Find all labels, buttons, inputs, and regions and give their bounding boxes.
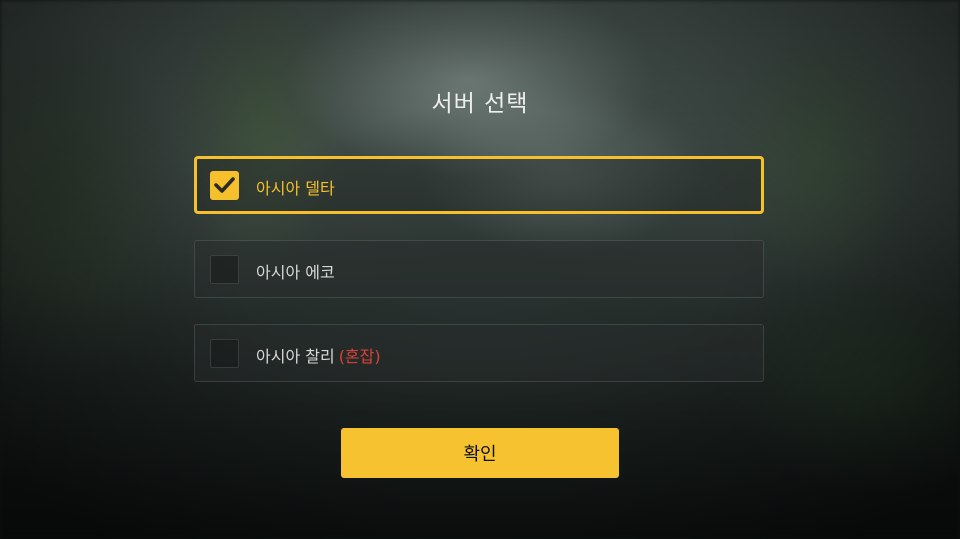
server-name: 아시아 델타	[256, 179, 335, 198]
server-label: 아시아 에코	[256, 259, 335, 283]
server-checkbox[interactable]	[210, 171, 239, 200]
server-label: 아시아 델타	[256, 175, 335, 199]
confirm-button[interactable]: 확인	[341, 428, 619, 478]
server-option-asia-delta[interactable]: 아시아 델타	[194, 156, 764, 214]
server-name: 아시아 에코	[256, 263, 335, 282]
server-checkbox[interactable]	[210, 255, 239, 284]
server-name: 아시아 찰리	[256, 347, 335, 366]
check-icon	[214, 177, 235, 193]
server-select-screen: 서버 선택 아시아 델타 아시아 에코 아시아 찰리 (혼잡) 확인	[0, 0, 960, 539]
congestion-badge: (혼잡)	[338, 347, 381, 366]
server-option-asia-echo[interactable]: 아시아 에코	[194, 240, 764, 298]
server-option-asia-charlie[interactable]: 아시아 찰리 (혼잡)	[194, 324, 764, 382]
server-label: 아시아 찰리 (혼잡)	[256, 343, 381, 367]
server-checkbox[interactable]	[210, 339, 239, 368]
page-title: 서버 선택	[431, 91, 529, 117]
